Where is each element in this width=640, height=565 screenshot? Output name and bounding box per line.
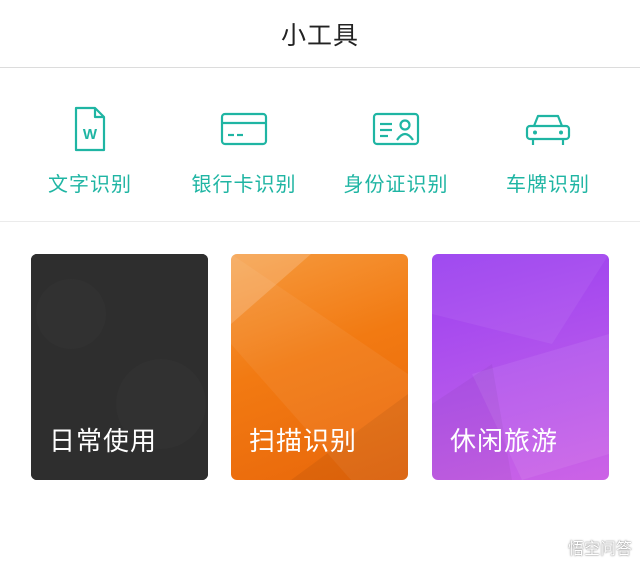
tool-text-recognition[interactable]: W 文字识别 [10,68,170,222]
card-label: 日常使用 [49,427,158,457]
watermark-text: 悟空问答 [567,539,632,558]
card-scan-recognition[interactable]: 扫描识别 [231,254,408,480]
tool-label: 车牌识别 [506,172,590,196]
document-w-icon: W [74,106,106,152]
category-cards: 日常使用 扫描识别 休闲旅游 [0,222,640,565]
tool-label: 文字识别 [48,172,132,196]
tool-label: 银行卡识别 [191,172,297,196]
tool-license-plate-recognition[interactable]: 车牌识别 [468,68,628,222]
tools-row: W 文字识别 银行卡识别 身份证识别 车牌识别 [0,68,640,222]
bank-card-icon [220,112,268,146]
tool-label: 身份证识别 [343,172,449,196]
svg-text:W: W [83,126,98,143]
watermark: 悟空问答 [546,535,632,559]
header-bar: 小工具 [0,0,640,68]
card-label: 扫描识别 [249,427,358,457]
tool-bank-card-recognition[interactable]: 银行卡识别 [164,68,324,222]
page: 小工具 W 文字识别 银行卡识别 身份证识别 车牌识别 日常使用 扫描识别 休闲… [0,0,640,565]
page-title: 小工具 [280,20,359,50]
card-label: 休闲旅游 [450,427,559,457]
card-leisure-travel[interactable]: 休闲旅游 [432,254,609,480]
id-card-icon [372,112,420,146]
card-daily-use[interactable]: 日常使用 [31,254,208,480]
tool-id-card-recognition[interactable]: 身份证识别 [316,68,476,222]
car-icon [525,114,571,145]
speech-bubble-icon [548,540,562,554]
